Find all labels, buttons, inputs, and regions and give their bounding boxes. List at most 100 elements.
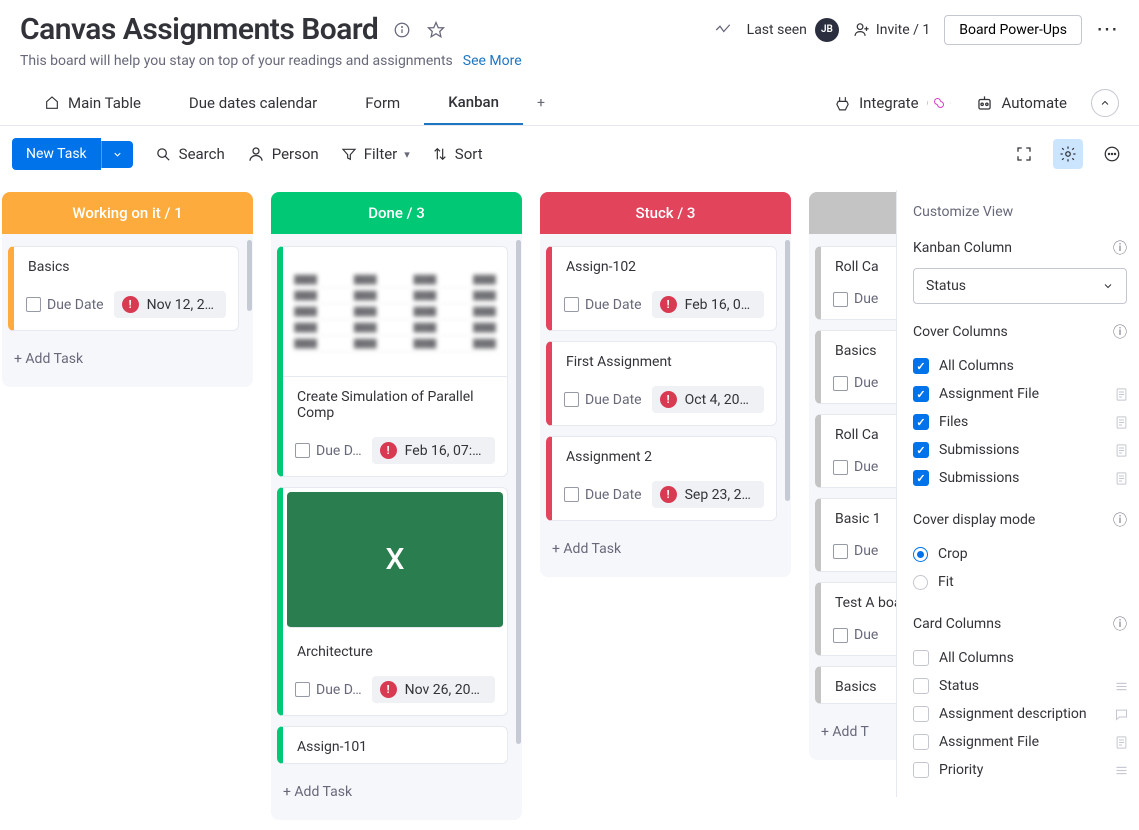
tab-kanban[interactable]: Kanban [424, 81, 523, 125]
option-label: Files [939, 414, 968, 430]
tab-label: Due dates calendar [189, 94, 317, 112]
due-date-label: Due D… [295, 682, 362, 698]
due-date-chip[interactable]: !Feb 16, 07:5… [652, 291, 764, 318]
due-date-label: Due [833, 375, 878, 391]
due-date-label: Due Date [564, 487, 642, 503]
calendar-icon [295, 682, 310, 697]
checkbox[interactable] [913, 358, 929, 374]
powerups-button[interactable]: Board Power-Ups [944, 15, 1082, 45]
kanban-card[interactable]: BasicsDue Date!Nov 12, 202… [8, 246, 239, 331]
checkbox[interactable] [913, 442, 929, 458]
new-task-dropdown[interactable] [101, 141, 133, 168]
option-label: Assignment description [939, 706, 1087, 722]
checkbox-option[interactable]: All Columns [913, 644, 1127, 672]
checkbox-option[interactable]: Priority [913, 756, 1127, 784]
due-date-chip[interactable]: !Nov 12, 202… [114, 291, 226, 318]
column-header[interactable]: Done / 3 [271, 192, 522, 234]
option-label: Status [939, 678, 979, 694]
more-icon[interactable]: ⋯ [1096, 17, 1119, 42]
checkbox-option[interactable]: Assignment description [913, 700, 1127, 728]
checkbox[interactable] [913, 706, 929, 722]
card-cover: ████████████████████████████████████████… [283, 247, 507, 377]
info-icon[interactable]: ⓘ [1113, 322, 1127, 342]
settings-button[interactable] [1053, 139, 1083, 169]
checkbox-option[interactable]: Status [913, 672, 1127, 700]
bars-icon [1114, 763, 1129, 778]
radio-option[interactable]: Fit [913, 568, 1127, 596]
add-task-button[interactable]: + Add Task [271, 774, 522, 810]
star-icon[interactable] [426, 20, 446, 40]
add-task-button[interactable]: + Add Task [540, 531, 791, 567]
info-icon[interactable]: ⓘ [1113, 510, 1127, 530]
board-description: This board will help you stay on top of … [20, 53, 453, 69]
filter-label: Filter [364, 145, 398, 163]
checkbox-option[interactable]: Assignment File [913, 728, 1127, 756]
warning-icon: ! [660, 296, 677, 313]
checkbox[interactable] [913, 470, 929, 486]
fullscreen-button[interactable] [1009, 139, 1039, 169]
display-mode-label: Cover display mode [913, 512, 1035, 528]
see-more-link[interactable]: See More [463, 53, 522, 69]
info-icon[interactable]: ⓘ [1113, 238, 1127, 258]
tab-label: Form [365, 94, 400, 112]
option-label: All Columns [939, 650, 1014, 666]
tab-form[interactable]: Form [341, 82, 424, 124]
filter-tool[interactable]: Filter ▾ [341, 145, 410, 163]
checkbox-option[interactable]: Submissions [913, 436, 1127, 464]
checkbox[interactable] [913, 734, 929, 750]
due-date-chip[interactable]: !Nov 26, 202… [372, 676, 495, 703]
info-icon[interactable]: ⓘ [1113, 614, 1127, 634]
due-date-chip[interactable]: !Sep 23, 202… [652, 481, 764, 508]
checkbox-option[interactable]: Assignment File [913, 380, 1127, 408]
radio[interactable] [913, 575, 928, 590]
radio[interactable] [913, 547, 928, 562]
kanban-card[interactable]: Assignment 2Due Date!Sep 23, 202… [546, 436, 777, 521]
dropdown-value: Status [926, 278, 966, 294]
calendar-icon [26, 297, 41, 312]
avatar: JB [815, 18, 839, 42]
column-header[interactable]: Working on it / 1 [2, 192, 253, 234]
kanban-card[interactable]: Assign-102Due Date!Feb 16, 07:5… [546, 246, 777, 331]
warning-icon: ! [660, 486, 677, 503]
activity-icon[interactable] [713, 20, 733, 40]
board-title: Canvas Assignments Board [20, 12, 378, 47]
add-view-button[interactable]: + [523, 83, 559, 123]
radio-option[interactable]: Crop [913, 540, 1127, 568]
checkbox-option[interactable]: All Columns [913, 352, 1127, 380]
kanban-card[interactable]: Assign-101 [277, 726, 508, 764]
kanban-card[interactable]: ████████████████████████████████████████… [277, 246, 508, 477]
new-task-button[interactable]: New Task [12, 138, 101, 170]
column-header[interactable]: Stuck / 3 [540, 192, 791, 234]
sort-tool[interactable]: Sort [432, 145, 483, 163]
tab-due-dates[interactable]: Due dates calendar [165, 82, 341, 124]
add-task-button[interactable]: + Add Task [2, 341, 253, 377]
search-tool[interactable]: Search [155, 145, 225, 163]
customize-view-panel: Customize View Kanban Column ⓘ Status Co… [896, 190, 1139, 797]
person-tool[interactable]: Person [247, 145, 319, 163]
integrate-button[interactable]: Integrate [834, 91, 950, 115]
checkbox[interactable] [913, 650, 929, 666]
kanban-column-dropdown[interactable]: Status [913, 268, 1127, 304]
calendar-icon [564, 487, 579, 502]
due-date-label: Due Date [26, 297, 104, 313]
chat-button[interactable] [1097, 139, 1127, 169]
checkbox[interactable] [913, 762, 929, 778]
option-label: Crop [938, 546, 968, 562]
tab-label: Kanban [448, 93, 499, 111]
checkbox-option[interactable]: Submissions [913, 464, 1127, 492]
automate-button[interactable]: Automate [975, 94, 1067, 113]
kanban-card[interactable]: XArchitectureDue D…!Nov 26, 202… [277, 487, 508, 716]
info-icon[interactable] [392, 20, 412, 40]
collapse-button[interactable] [1091, 89, 1119, 117]
checkbox[interactable] [913, 414, 929, 430]
checkbox-option[interactable]: Files [913, 408, 1127, 436]
checkbox[interactable] [913, 386, 929, 402]
invite-button[interactable]: Invite / 1 [853, 21, 930, 38]
tab-main-table[interactable]: Main Table [20, 82, 165, 124]
due-date-chip[interactable]: !Feb 16, 07:5… [372, 437, 495, 464]
due-date-chip[interactable]: !Oct 4, 2021, … [652, 386, 764, 413]
last-seen[interactable]: Last seen JB [747, 18, 839, 42]
kanban-card[interactable]: First AssignmentDue Date!Oct 4, 2021, … [546, 341, 777, 426]
checkbox[interactable] [913, 678, 929, 694]
calendar-icon [833, 628, 848, 643]
